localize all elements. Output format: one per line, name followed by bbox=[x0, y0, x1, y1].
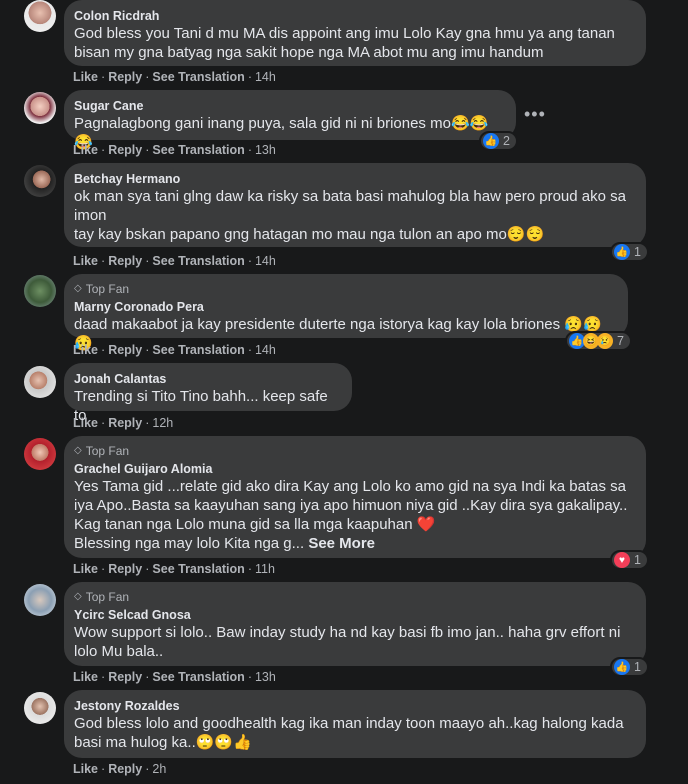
comment-text: Yes Tama gid ...relate gid ako dira Kay … bbox=[74, 478, 628, 552]
top-fan-badge: ◇ Top Fan bbox=[74, 444, 130, 458]
comment-actions: Like · Reply · See Translation · 14h bbox=[73, 254, 276, 268]
comment-author[interactable]: Grachel Guijaro Alomia bbox=[74, 461, 634, 477]
comment-timestamp[interactable]: 11h bbox=[255, 562, 275, 576]
comment-bubble: Betchay Hermano ok man sya tani glng daw… bbox=[64, 163, 646, 247]
comment-timestamp[interactable]: 12h bbox=[152, 416, 173, 430]
comment-actions: Like · Reply · 2h bbox=[73, 762, 167, 776]
comment-actions: Like · Reply · See Translation · 13h bbox=[73, 670, 276, 684]
comment-bubble: Jonah Calantas Trending si Tito Tino bah… bbox=[64, 363, 352, 424]
see-translation-link[interactable]: See Translation bbox=[152, 562, 244, 576]
reply-link[interactable]: Reply bbox=[108, 143, 142, 157]
comment-actions: Like · Reply · See Translation · 11h bbox=[73, 562, 275, 576]
like-reaction-icon: 👍 bbox=[614, 244, 630, 260]
like-link[interactable]: Like bbox=[73, 254, 98, 268]
see-translation-link[interactable]: See Translation bbox=[152, 143, 244, 157]
comment-text: ok man sya tani glng daw ka risky sa bat… bbox=[74, 188, 626, 243]
like-link[interactable]: Like bbox=[73, 762, 98, 776]
comment-text: God bless you Tani d mu MA dis appoint a… bbox=[74, 25, 615, 61]
see-translation-link[interactable]: See Translation bbox=[152, 670, 244, 684]
comment-bubble: Jestony Rozaldes God bless lolo and good… bbox=[64, 690, 646, 758]
reply-link[interactable]: Reply bbox=[108, 416, 142, 430]
top-fan-badge: ◇ Top Fan bbox=[74, 282, 130, 296]
see-more-link[interactable]: See More bbox=[308, 535, 375, 552]
comment-actions: Like · Reply · See Translation · 14h bbox=[73, 70, 276, 84]
reaction-summary[interactable]: 👍 1 bbox=[610, 242, 649, 262]
reply-link[interactable]: Reply bbox=[108, 343, 142, 357]
diamond-icon: ◇ bbox=[74, 591, 82, 602]
comment-author[interactable]: Ycirc Selcad Gnosa bbox=[74, 607, 634, 623]
see-translation-link[interactable]: See Translation bbox=[152, 254, 244, 268]
like-link[interactable]: Like bbox=[73, 143, 98, 157]
comment-actions: Like · Reply · 12h bbox=[73, 416, 174, 430]
comment-author[interactable]: Jestony Rozaldes bbox=[74, 698, 634, 714]
comment-timestamp[interactable]: 14h bbox=[255, 343, 276, 357]
reaction-summary[interactable]: ♥ 1 bbox=[610, 550, 649, 570]
reaction-summary[interactable]: 👍 1 bbox=[610, 657, 649, 677]
avatar[interactable] bbox=[24, 692, 56, 724]
like-link[interactable]: Like bbox=[73, 670, 98, 684]
comment-author[interactable]: Marny Coronado Pera bbox=[74, 299, 616, 315]
like-link[interactable]: Like bbox=[73, 562, 98, 576]
comment-timestamp[interactable]: 2h bbox=[152, 762, 166, 776]
avatar[interactable] bbox=[24, 0, 56, 32]
comment-bubble: ◇ Top Fan Marny Coronado Pera daad makaab… bbox=[64, 274, 628, 352]
like-reaction-icon: 👍 bbox=[483, 133, 499, 149]
reply-link[interactable]: Reply bbox=[108, 670, 142, 684]
comment-bubble: Sugar Cane Pagnalagbong gani inang puya,… bbox=[64, 90, 516, 151]
see-translation-link[interactable]: See Translation bbox=[152, 343, 244, 357]
sad-reaction-icon: 😢 bbox=[597, 333, 613, 349]
reaction-summary[interactable]: 👍 2 bbox=[479, 131, 518, 151]
comment-author[interactable]: Jonah Calantas bbox=[74, 371, 340, 387]
reply-link[interactable]: Reply bbox=[108, 70, 142, 84]
reaction-summary[interactable]: 👍 😆 😢 7 bbox=[565, 331, 632, 351]
like-link[interactable]: Like bbox=[73, 416, 98, 430]
like-link[interactable]: Like bbox=[73, 343, 98, 357]
comment-author[interactable]: Colon Ricdrah bbox=[74, 8, 634, 24]
more-options-icon[interactable]: ••• bbox=[524, 105, 546, 123]
comment-timestamp[interactable]: 13h bbox=[255, 143, 276, 157]
diamond-icon: ◇ bbox=[74, 283, 82, 294]
comment-bubble: Colon Ricdrah God bless you Tani d mu MA… bbox=[64, 0, 646, 66]
comment-timestamp[interactable]: 14h bbox=[255, 254, 276, 268]
top-fan-badge: ◇ Top Fan bbox=[74, 590, 130, 604]
comment-timestamp[interactable]: 14h bbox=[255, 70, 276, 84]
comment-text: Wow support si lolo.. Baw inday study ha… bbox=[74, 624, 621, 660]
comment-author[interactable]: Betchay Hermano bbox=[74, 171, 634, 187]
see-translation-link[interactable]: See Translation bbox=[152, 70, 244, 84]
avatar[interactable] bbox=[24, 366, 56, 398]
like-reaction-icon: 👍 bbox=[614, 659, 630, 675]
like-link[interactable]: Like bbox=[73, 70, 98, 84]
avatar[interactable] bbox=[24, 92, 56, 124]
heart-reaction-icon: ♥ bbox=[614, 552, 630, 568]
avatar[interactable] bbox=[24, 438, 56, 470]
comment-timestamp[interactable]: 13h bbox=[255, 670, 276, 684]
comment-actions: Like · Reply · See Translation · 13h bbox=[73, 143, 276, 157]
avatar[interactable] bbox=[24, 584, 56, 616]
comment-author[interactable]: Sugar Cane bbox=[74, 98, 504, 114]
diamond-icon: ◇ bbox=[74, 445, 82, 456]
avatar[interactable] bbox=[24, 165, 56, 197]
comment-bubble: ◇ Top Fan Grachel Guijaro Alomia Yes Tama… bbox=[64, 436, 646, 558]
avatar[interactable] bbox=[24, 275, 56, 307]
reply-link[interactable]: Reply bbox=[108, 762, 142, 776]
comment-actions: Like · Reply · See Translation · 14h bbox=[73, 343, 276, 357]
reply-link[interactable]: Reply bbox=[108, 254, 142, 268]
comment-text: God bless lolo and goodhealth kag ika ma… bbox=[74, 715, 624, 751]
reply-link[interactable]: Reply bbox=[108, 562, 142, 576]
comment-bubble: ◇ Top Fan Ycirc Selcad Gnosa Wow support … bbox=[64, 582, 646, 666]
